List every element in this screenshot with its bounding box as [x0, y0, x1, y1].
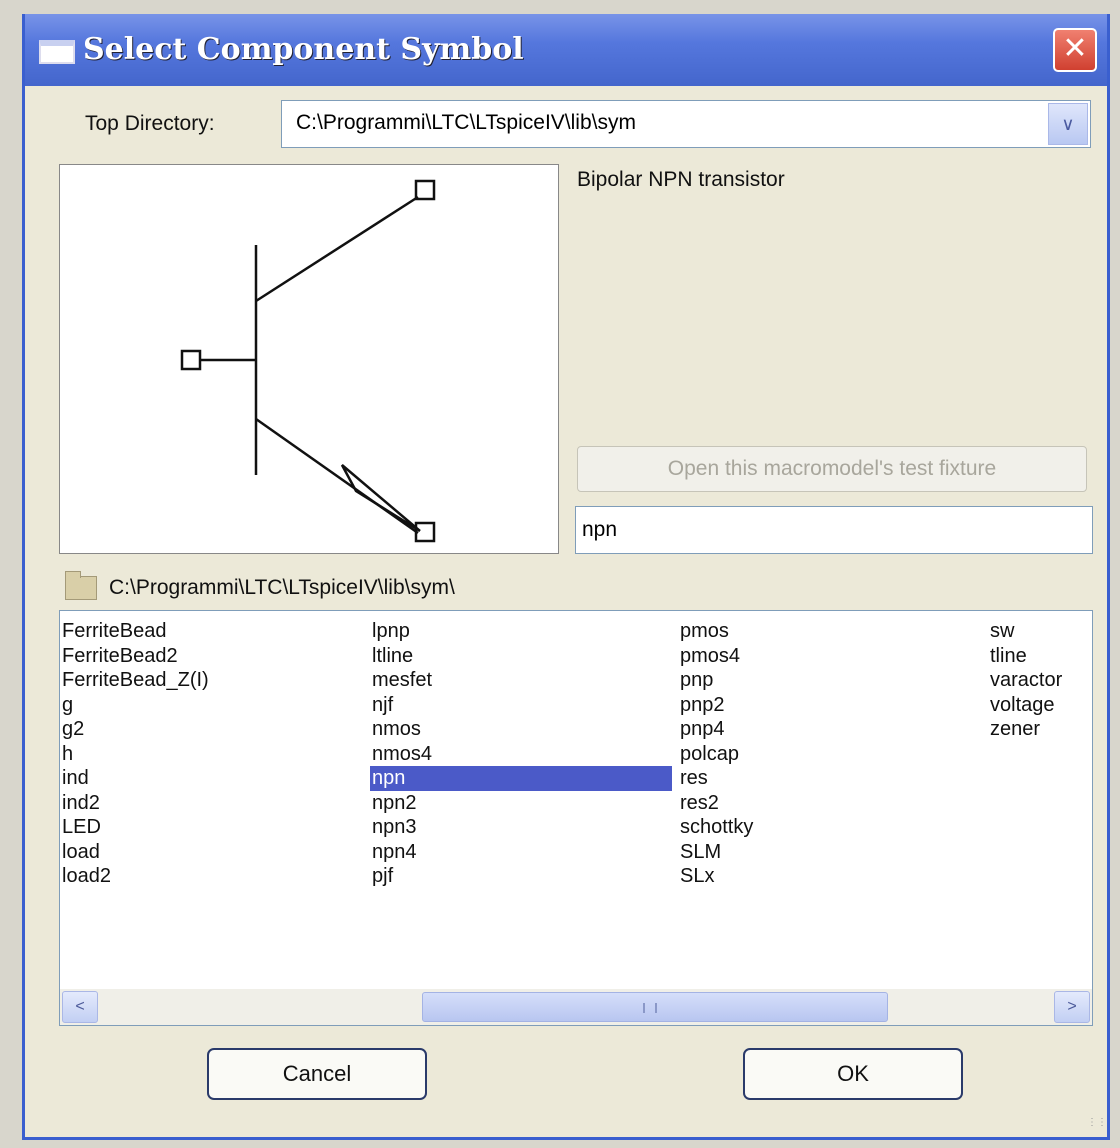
list-item[interactable]: FerriteBead — [60, 619, 209, 644]
list-item[interactable]: SLx — [678, 864, 753, 889]
top-directory-value: C:\Programmi\LTC\LTspiceIV\lib\sym — [296, 111, 636, 134]
list-item[interactable]: LED — [60, 815, 209, 840]
list-item[interactable]: nmos4 — [370, 742, 672, 767]
open-test-fixture-button[interactable]: Open this macromodel's test fixture — [577, 446, 1087, 492]
list-item[interactable]: g — [60, 693, 209, 718]
list-item[interactable]: polcap — [678, 742, 753, 767]
list-item[interactable]: npn4 — [370, 840, 672, 865]
symbol-list[interactable]: FerriteBead FerriteBead2 FerriteBead_Z(I) g… — [59, 610, 1093, 1026]
select-component-dialog: Select Component Symbol ✕ Top Directory:… — [22, 14, 1110, 1140]
list-item[interactable]: ind2 — [60, 791, 209, 816]
grip-icon — [643, 1003, 657, 1013]
list-item[interactable]: mesfet — [370, 668, 672, 693]
list-column: FerriteBead FerriteBead2 FerriteBead_Z(I) g… — [60, 619, 209, 889]
list-item[interactable]: pjf — [370, 864, 672, 889]
list-item[interactable]: zener — [988, 717, 1062, 742]
ok-button[interactable]: OK — [743, 1048, 963, 1100]
list-item[interactable]: pnp4 — [678, 717, 753, 742]
list-item[interactable]: FerriteBead_Z(I) — [60, 668, 209, 693]
list-item[interactable]: voltage — [988, 693, 1062, 718]
list-item[interactable]: schottky — [678, 815, 753, 840]
title-bar[interactable]: Select Component Symbol ✕ — [25, 14, 1107, 86]
list-item[interactable]: npn3 — [370, 815, 672, 840]
list-item[interactable]: load — [60, 840, 209, 865]
list-item[interactable]: nmos — [370, 717, 672, 742]
list-item[interactable]: ind — [60, 766, 209, 791]
list-item[interactable]: sw — [988, 619, 1062, 644]
symbol-preview — [59, 164, 559, 554]
list-item[interactable]: h — [60, 742, 209, 767]
list-item[interactable]: SLM — [678, 840, 753, 865]
cancel-button[interactable]: Cancel — [207, 1048, 427, 1100]
horizontal-scrollbar[interactable]: < > — [60, 989, 1092, 1025]
window-icon — [39, 40, 75, 64]
list-item[interactable]: g2 — [60, 717, 209, 742]
folder-icon — [65, 571, 97, 600]
list-item[interactable]: res — [678, 766, 753, 791]
scrollbar-thumb[interactable] — [422, 992, 888, 1022]
window-title: Select Component Symbol — [83, 32, 524, 67]
npn-symbol-icon — [180, 179, 436, 543]
list-item[interactable]: pnp — [678, 668, 753, 693]
list-column: pmos pmos4 pnp pnp2 pnp4 polcap res res2 schottk… — [678, 619, 753, 889]
symbol-search-input[interactable]: npn — [575, 506, 1093, 554]
search-value: npn — [582, 518, 618, 541]
list-column: sw tline varactor voltage zener — [988, 619, 1062, 742]
list-item[interactable]: FerriteBead2 — [60, 644, 209, 669]
current-path: C:\Programmi\LTC\LTspiceIV\lib\sym\ — [109, 576, 455, 599]
list-item[interactable]: ltline — [370, 644, 672, 669]
list-item[interactable]: njf — [370, 693, 672, 718]
list-item[interactable]: npn — [370, 766, 672, 791]
top-directory-label: Top Directory: — [85, 112, 215, 135]
list-item[interactable]: varactor — [988, 668, 1062, 693]
chevron-down-icon[interactable]: ∨ — [1048, 103, 1088, 145]
list-item[interactable]: load2 — [60, 864, 209, 889]
list-item[interactable]: lpnp — [370, 619, 672, 644]
list-column: lpnp ltline mesfet njf nmos nmos4 npn npn2 npn3 n… — [370, 619, 672, 889]
list-item[interactable]: pmos — [678, 619, 753, 644]
list-item[interactable]: tline — [988, 644, 1062, 669]
scroll-right-button[interactable]: > — [1054, 991, 1090, 1023]
top-directory-dropdown[interactable]: C:\Programmi\LTC\LTspiceIV\lib\sym ∨ — [281, 100, 1091, 148]
list-item[interactable]: npn2 — [370, 791, 672, 816]
resize-grip-icon[interactable]: ⋮⋮ — [1087, 1117, 1107, 1131]
list-item[interactable]: pmos4 — [678, 644, 753, 669]
list-item[interactable]: res2 — [678, 791, 753, 816]
scroll-left-button[interactable]: < — [62, 991, 98, 1023]
close-button[interactable]: ✕ — [1053, 28, 1097, 72]
list-item[interactable]: pnp2 — [678, 693, 753, 718]
symbol-description: Bipolar NPN transistor — [577, 168, 785, 191]
